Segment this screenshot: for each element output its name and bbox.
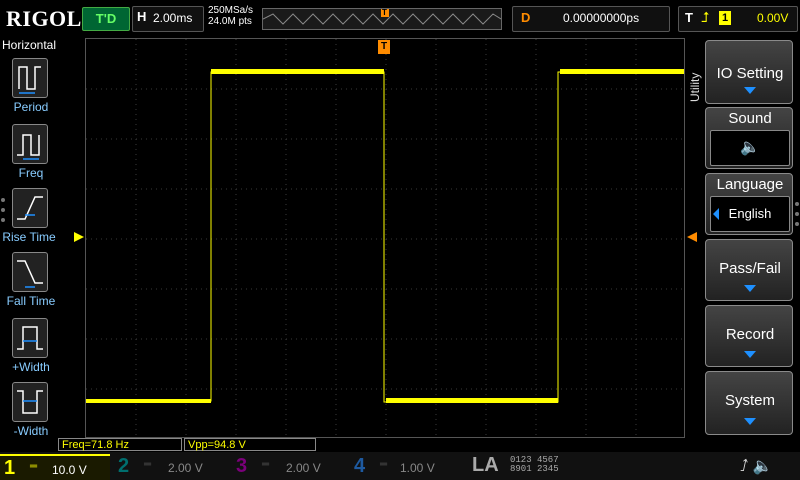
la-row-2: 8901 2345 (510, 464, 559, 474)
ch2-scale: 2.00 V (168, 461, 203, 475)
fall-time-icon (12, 252, 48, 292)
left-scroll-dots (0, 196, 6, 226)
waveform-canvas (86, 39, 684, 437)
language-selector[interactable]: English (710, 196, 790, 232)
neg-width-icon (12, 382, 48, 422)
period-label: Period (13, 100, 49, 114)
speaker-icon: 🔈 (710, 130, 790, 166)
measure-fall-time[interactable]: Fall Time (0, 252, 58, 316)
chevron-down-icon (744, 351, 756, 358)
measure-freq[interactable]: Freq (0, 124, 58, 188)
ch1-ground-marker[interactable] (74, 232, 84, 242)
rise-time-label: Rise Time (2, 230, 56, 244)
sound-label: Sound (728, 110, 772, 127)
pos-width-icon (12, 318, 48, 358)
io-setting-label: IO Setting (716, 65, 784, 82)
system-label: System (724, 392, 775, 409)
waveform-display[interactable] (85, 38, 685, 438)
trigger-source: 1 (719, 11, 731, 25)
trigger-level: 0.00V (757, 11, 789, 25)
memory-depth: 24.0M pts (208, 16, 252, 27)
timebase-value: 2.00ms (153, 11, 193, 25)
utility-menu: IO Setting Sound 🔈 Language English Pass… (705, 40, 797, 438)
horizontal-label: H (137, 9, 147, 24)
language-value: English (728, 206, 772, 221)
memory-trigger-marker: T (382, 8, 387, 17)
right-scroll-dots (794, 200, 800, 230)
run-status-badge[interactable]: T'D (82, 7, 130, 31)
sound-button[interactable]: Sound 🔈 (705, 107, 793, 169)
dc-coupling-icon: ═ (144, 459, 152, 470)
top-status-bar: RIGOL T'D H 2.00ms 250MSa/s 24.0M pts T … (0, 0, 800, 38)
measure-rise-time[interactable]: Rise Time (0, 188, 58, 252)
measure-neg-width[interactable]: -Width (0, 382, 58, 446)
ch1-number: 1 (4, 457, 16, 479)
utility-tab-label: Utility (688, 72, 702, 102)
ch2-button[interactable]: 2 ═ 2.00 V (114, 454, 226, 478)
freq-icon (12, 124, 48, 164)
language-label: Language (716, 176, 784, 193)
horizontal-measure-panel: Horizontal Period Freq Rise Time Fall Ti… (0, 38, 58, 450)
freq-label: Freq (18, 166, 44, 180)
trigger-box[interactable]: T ⮥ 1 0.00V (678, 6, 798, 32)
fall-time-label: Fall Time (6, 294, 56, 308)
chevron-down-icon (744, 418, 756, 425)
measure-period[interactable]: Period (0, 58, 58, 122)
trigger-label: T (685, 10, 693, 25)
la-label[interactable]: LA (472, 454, 499, 477)
ch2-number: 2 (118, 455, 130, 477)
brand-logo: RIGOL (6, 6, 82, 31)
neg-width-label: -Width (13, 424, 49, 438)
period-icon (12, 58, 48, 98)
dc-coupling-icon: ═ (262, 459, 270, 470)
ch3-number: 3 (236, 455, 248, 477)
rising-edge-icon: ⮥ (701, 9, 710, 25)
record-label: Record (725, 326, 775, 343)
pass-fail-label: Pass/Fail (719, 260, 781, 277)
delay-label: D (521, 10, 531, 25)
freq-measurement[interactable]: Freq=71.8 Hz (58, 438, 182, 451)
usb-icon: ⭜ 🔈 (740, 458, 773, 475)
ch1-scale: 10.0 V (52, 463, 87, 477)
memory-overview-bar[interactable]: T (262, 8, 502, 30)
pass-fail-button[interactable]: Pass/Fail (705, 239, 793, 301)
ch3-button[interactable]: 3 ═ 2.00 V (232, 454, 344, 478)
trigger-position-marker[interactable]: T (378, 40, 390, 54)
channel-bar: 1 ═ 10.0 V 2 ═ 2.00 V 3 ═ 2.00 V 4 ═ 1.0… (0, 452, 800, 480)
timebase-box[interactable]: H 2.00ms (132, 6, 204, 32)
panel-title: Horizontal (2, 38, 57, 52)
ch3-scale: 2.00 V (286, 461, 321, 475)
ch4-button[interactable]: 4 ═ 1.00 V (350, 454, 462, 478)
acquisition-info: 250MSa/s 24.0M pts (208, 5, 253, 27)
measure-pos-width[interactable]: +Width (0, 318, 58, 382)
chevron-down-icon (744, 87, 756, 94)
dc-coupling-icon: ═ (30, 461, 38, 472)
record-button[interactable]: Record (705, 305, 793, 367)
vpp-measurement[interactable]: Vpp=94.8 V (184, 438, 316, 451)
pos-width-label: +Width (12, 360, 50, 374)
ch4-number: 4 (354, 455, 366, 477)
delay-value: 0.00000000ps (563, 11, 640, 25)
io-setting-button[interactable]: IO Setting (705, 40, 793, 104)
ch1-button[interactable]: 1 ═ 10.0 V (0, 454, 110, 480)
dc-coupling-icon: ═ (380, 459, 388, 470)
system-button[interactable]: System (705, 371, 793, 435)
sample-rate: 250MSa/s (208, 5, 254, 16)
rise-time-icon (12, 188, 48, 228)
chevron-down-icon (744, 285, 756, 292)
delay-box[interactable]: D 0.00000000ps (512, 6, 670, 32)
la-channel-grid: 0123 4567 8901 2345 (510, 456, 559, 474)
trigger-level-marker[interactable] (687, 232, 697, 242)
ch4-scale: 1.00 V (400, 461, 435, 475)
language-button[interactable]: Language English (705, 173, 793, 235)
